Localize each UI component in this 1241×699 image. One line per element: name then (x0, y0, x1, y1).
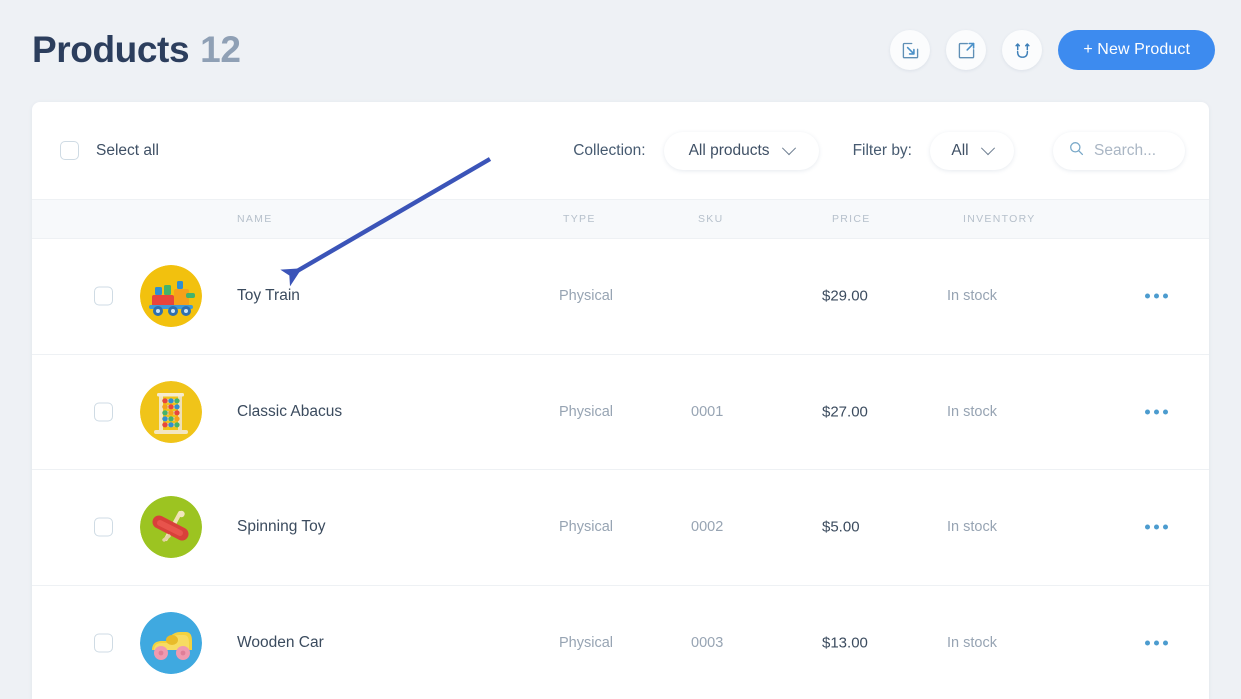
product-name: Wooden Car (237, 634, 324, 652)
row-actions-menu[interactable] (1145, 525, 1168, 530)
export-button[interactable] (946, 30, 986, 70)
search-input[interactable] (1094, 142, 1169, 160)
search-box[interactable] (1053, 132, 1185, 170)
wooden-car-thumbnail (140, 612, 202, 674)
new-product-button[interactable]: + New Product (1058, 30, 1215, 70)
product-sku: 0003 (691, 635, 723, 651)
product-inventory: In stock (947, 288, 997, 304)
page-title-text: Products (32, 29, 189, 71)
column-header-price: PRICE (832, 213, 871, 225)
chevron-down-icon (781, 141, 795, 155)
product-name: Toy Train (237, 287, 300, 305)
spinning-toy-thumbnail (140, 496, 202, 558)
merge-button[interactable] (1002, 30, 1042, 70)
row-actions-menu[interactable] (1145, 294, 1168, 299)
page-title: Products 12 (32, 29, 241, 71)
select-all-control[interactable]: Select all (60, 141, 159, 160)
product-price: $5.00 (822, 519, 860, 536)
select-all-label: Select all (96, 142, 159, 160)
table-row[interactable]: Classic Abacus Physical 0001 $27.00 In s… (32, 355, 1209, 471)
select-all-checkbox[interactable] (60, 141, 79, 160)
product-price: $27.00 (822, 403, 868, 420)
column-header-sku: SKU (698, 213, 724, 225)
export-icon (957, 41, 976, 60)
classic-abacus-thumbnail (140, 381, 202, 443)
table-row[interactable]: Toy Train Physical $29.00 In stock (32, 239, 1209, 355)
product-type: Physical (559, 288, 613, 304)
row-checkbox[interactable] (94, 633, 113, 652)
table-header-row: NAME TYPE SKU PRICE INVENTORY (32, 199, 1209, 239)
product-name: Spinning Toy (237, 518, 325, 536)
product-price: $29.00 (822, 288, 868, 305)
products-toolbar: Select all Collection: All products Filt… (32, 102, 1209, 199)
column-header-inventory: INVENTORY (963, 213, 1036, 225)
product-inventory: In stock (947, 635, 997, 651)
table-row[interactable]: Wooden Car Physical 0003 $13.00 In stock (32, 586, 1209, 699)
row-actions-menu[interactable] (1145, 409, 1168, 414)
collection-dropdown-value: All products (689, 142, 770, 160)
product-type: Physical (559, 519, 613, 535)
table-row[interactable]: Spinning Toy Physical 0002 $5.00 In stoc… (32, 470, 1209, 586)
product-type: Physical (559, 635, 613, 651)
product-price: $13.00 (822, 634, 868, 651)
product-count: 12 (200, 29, 240, 71)
collection-dropdown[interactable]: All products (664, 132, 819, 170)
page-header: Products 12 (0, 0, 1241, 100)
row-checkbox[interactable] (94, 402, 113, 421)
products-card: Select all Collection: All products Filt… (32, 102, 1209, 699)
product-name: Classic Abacus (237, 403, 342, 421)
product-inventory: In stock (947, 404, 997, 420)
import-icon (901, 41, 920, 60)
collection-label: Collection: (573, 142, 645, 160)
product-sku: 0001 (691, 404, 723, 420)
header-actions: + New Product (890, 30, 1215, 70)
merge-icon (1013, 41, 1032, 60)
product-sku: 0002 (691, 519, 723, 535)
filter-by-dropdown[interactable]: All (930, 132, 1014, 170)
product-inventory: In stock (947, 519, 997, 535)
product-type: Physical (559, 404, 613, 420)
filter-by-dropdown-value: All (951, 142, 968, 160)
column-header-name: NAME (237, 213, 273, 225)
row-checkbox[interactable] (94, 287, 113, 306)
search-icon (1069, 141, 1084, 161)
row-checkbox[interactable] (94, 518, 113, 537)
import-button[interactable] (890, 30, 930, 70)
column-header-type: TYPE (563, 213, 596, 225)
toolbar-filters: Collection: All products Filter by: All (573, 132, 1185, 170)
row-actions-menu[interactable] (1145, 640, 1168, 645)
toy-train-thumbnail (140, 265, 202, 327)
chevron-down-icon (981, 141, 995, 155)
filter-by-label: Filter by: (853, 142, 912, 160)
